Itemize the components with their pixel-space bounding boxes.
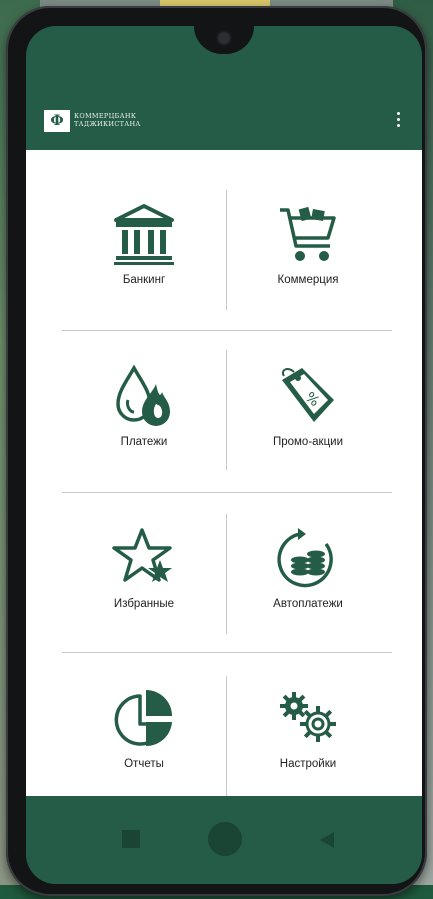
home-button[interactable] bbox=[208, 822, 242, 856]
gears-icon bbox=[280, 692, 336, 742]
pie-chart-icon bbox=[114, 690, 172, 747]
bank-logo-glyph: Ф bbox=[50, 113, 64, 129]
cart-icon bbox=[280, 206, 336, 261]
coins-cycle-icon bbox=[277, 528, 333, 588]
bank-name-line2: ТАДЖИКИСТАНА bbox=[74, 120, 141, 128]
menu-item-commerce[interactable]: Коммерция bbox=[228, 202, 388, 342]
bank-icon bbox=[114, 204, 174, 265]
back-button[interactable] bbox=[320, 832, 334, 848]
menu-item-label: Автоплатежи bbox=[273, 598, 343, 610]
system-nav-bar bbox=[26, 796, 422, 884]
menu-item-banking[interactable]: Банкинг bbox=[64, 202, 224, 342]
front-camera bbox=[218, 32, 230, 44]
bank-name-line1: КОММЕРЦБАНК bbox=[74, 112, 137, 120]
utility-drops-icon bbox=[116, 364, 170, 426]
menu-item-label: Настройки bbox=[279, 758, 337, 770]
star-icon bbox=[112, 528, 172, 582]
recents-button[interactable] bbox=[122, 830, 140, 848]
phone-frame: Ф КОММЕРЦБАНК ТАДЖИКИСТАНА Банкинг Комме… bbox=[6, 6, 427, 896]
menu-item-payments[interactable]: Платежи bbox=[64, 364, 224, 504]
menu-item-label: Избранные bbox=[113, 598, 175, 610]
divider-vertical bbox=[226, 350, 227, 470]
menu-item-favorites[interactable]: Избранные bbox=[64, 526, 224, 666]
notch bbox=[194, 26, 254, 54]
divider-vertical bbox=[226, 676, 227, 796]
bank-logo: Ф bbox=[44, 110, 70, 132]
menu-item-label: Платежи bbox=[120, 436, 168, 448]
bank-name: КОММЕРЦБАНК ТАДЖИКИСТАНА bbox=[74, 112, 194, 128]
menu-item-autopayments[interactable]: Автоплатежи bbox=[228, 526, 388, 666]
menu-item-label: Промо-акции bbox=[272, 436, 344, 448]
menu-item-label: Коммерция bbox=[277, 274, 339, 286]
menu-grid: Банкинг Коммерция Платежи % Промо-акции … bbox=[26, 150, 422, 796]
phone-screen: Ф КОММЕРЦБАНК ТАДЖИКИСТАНА Банкинг Комме… bbox=[26, 26, 422, 884]
divider-vertical bbox=[226, 514, 227, 634]
discount-tag-icon: % bbox=[282, 368, 334, 422]
divider-vertical bbox=[226, 190, 227, 310]
menu-item-promotions[interactable]: % Промо-акции bbox=[228, 364, 388, 504]
menu-item-label: Банкинг bbox=[122, 274, 166, 286]
menu-item-label: Отчеты bbox=[124, 758, 164, 770]
more-menu-icon[interactable] bbox=[394, 112, 402, 132]
